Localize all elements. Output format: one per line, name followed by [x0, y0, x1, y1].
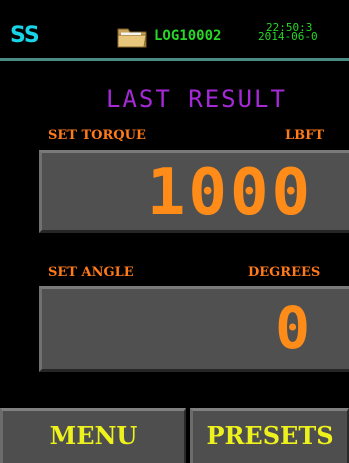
torque-label: SET TORQUE	[48, 128, 146, 143]
log-file-name: LOG10002	[154, 28, 222, 44]
page-title: LAST RESULT	[106, 85, 287, 113]
logo: SS	[10, 23, 40, 48]
angle-value-field[interactable]: 0	[39, 286, 349, 372]
folder-icon	[117, 28, 147, 48]
torque-unit: LBFT	[285, 128, 325, 143]
angle-value: 0	[275, 294, 313, 362]
status-bar: SS LOG10002 22:50:3 2014-06-0	[0, 0, 349, 66]
torque-value: 1000	[146, 156, 313, 230]
angle-label: SET ANGLE	[48, 265, 134, 280]
menu-button[interactable]: MENU	[0, 408, 186, 463]
torque-value-field[interactable]: 1000	[39, 150, 349, 233]
angle-unit: DEGREES	[248, 265, 321, 280]
clock-date: 2014-06-0	[258, 30, 318, 43]
presets-button[interactable]: PRESETS	[190, 408, 349, 463]
header-divider	[0, 58, 349, 61]
screen: SS LOG10002 22:50:3 2014-06-0 LAST RESUL…	[0, 0, 349, 463]
